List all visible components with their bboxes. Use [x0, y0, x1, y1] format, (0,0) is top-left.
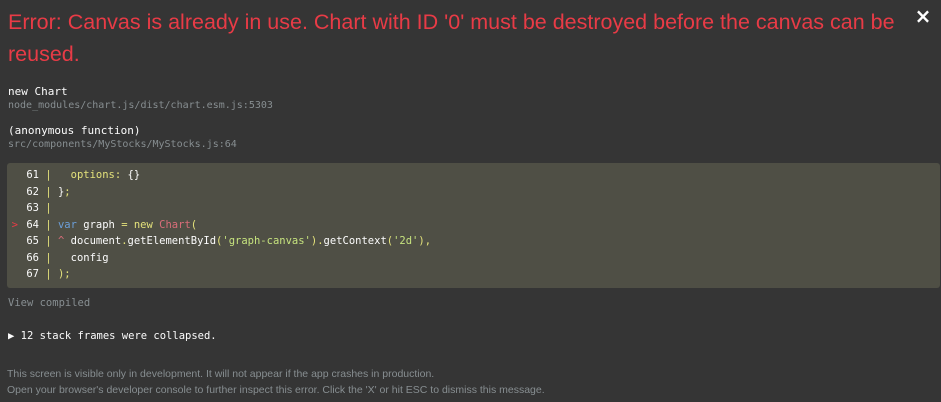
frame-location-link[interactable]: node_modules/chart.js/dist/chart.esm.js:…	[8, 99, 933, 113]
code-line: 67 | );	[7, 266, 940, 283]
code-line: 61 | options: {}	[7, 167, 940, 184]
stack-frame: (anonymous function) src/components/MySt…	[8, 123, 933, 152]
code-snippet[interactable]: 61 | options: {} 62 | }; 63 | >64 | var …	[7, 163, 940, 288]
line-number: 66	[26, 251, 39, 264]
stack-frame: new Chart node_modules/chart.js/dist/cha…	[8, 84, 933, 113]
error-message: Error: Canvas is already in use. Chart w…	[8, 10, 895, 66]
close-icon: ×	[914, 4, 932, 28]
line-number: 62	[26, 185, 39, 198]
code-line: 66 | config	[7, 250, 940, 267]
footer-line: This screen is visible only in developme…	[7, 368, 435, 380]
close-button[interactable]: ×	[911, 4, 935, 28]
frame-location-link[interactable]: src/components/MyStocks/MyStocks.js:64	[8, 138, 933, 152]
collapsed-frames-toggle[interactable]: ▶ 12 stack frames were collapsed.	[8, 329, 933, 344]
triangle-right-icon: ▶	[8, 329, 15, 342]
code-line: 63 |	[7, 200, 940, 217]
error-overlay: × Error: Canvas is already in use. Chart…	[0, 0, 941, 402]
line-number: 63	[26, 202, 39, 214]
line-number: 64	[26, 218, 39, 231]
footer-note: This screen is visible only in developme…	[7, 366, 545, 398]
frame-function-name: new Chart	[8, 85, 68, 98]
view-compiled-link[interactable]: View compiled	[8, 296, 90, 311]
code-line: 62 | };	[7, 184, 940, 201]
line-number: 65	[26, 235, 39, 247]
error-line-marker: >	[11, 218, 18, 231]
footer-line: Open your browser's developer console to…	[7, 384, 545, 396]
code-line-highlighted: >64 | var graph = new Chart(	[7, 217, 940, 234]
frame-function-name: (anonymous function)	[8, 124, 141, 137]
line-number: 61	[26, 169, 39, 181]
line-number: 67	[26, 268, 39, 280]
collapsed-frames-label: 12 stack frames were collapsed.	[20, 329, 217, 342]
code-line: 65 | ^ document.getElementById('graph-ca…	[7, 233, 940, 250]
